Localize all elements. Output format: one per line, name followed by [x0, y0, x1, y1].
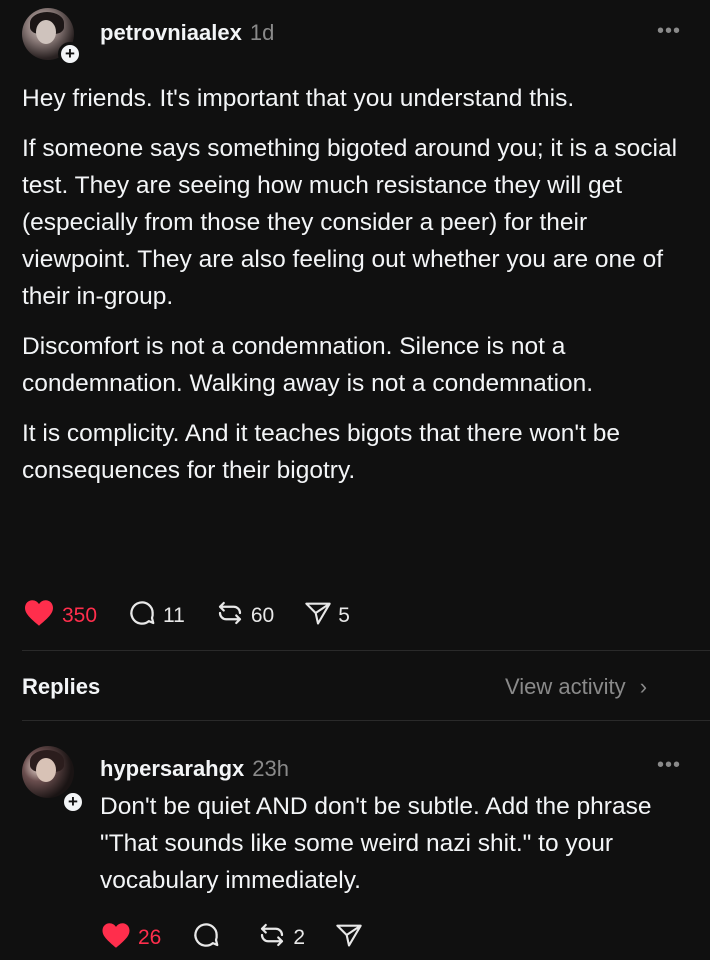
like-count: 350 [62, 604, 98, 627]
repost-button[interactable]: 60 [215, 598, 274, 634]
more-icon[interactable]: ••• [657, 755, 681, 775]
chevron-right-icon: › [639, 674, 648, 699]
post-paragraph: Hey friends. It's important that you und… [22, 85, 575, 112]
follow-plus-icon[interactable]: + [61, 790, 85, 814]
share-button[interactable] [335, 921, 369, 955]
repost-count: 2 [293, 926, 306, 949]
avatar[interactable] [22, 746, 74, 798]
view-activity-label: View activity [505, 674, 626, 699]
comment-icon [127, 598, 157, 634]
reply-body: Don't be quiet AND don't be subtle. Add … [100, 793, 652, 894]
share-icon [304, 599, 332, 633]
repost-button[interactable]: 2 [257, 920, 305, 956]
more-icon[interactable]: ••• [657, 21, 681, 41]
like-button[interactable]: 350 [22, 599, 97, 633]
reply-author[interactable]: hypersarahgx 23h [100, 756, 289, 782]
comment-count: 11 [163, 604, 185, 627]
post-time: 1d [249, 20, 275, 45]
repost-count: 60 [250, 604, 275, 627]
divider [22, 650, 710, 651]
follow-plus-icon[interactable]: + [58, 42, 82, 66]
username[interactable]: hypersarahgx [100, 756, 244, 781]
share-count: 5 [338, 604, 350, 627]
comment-icon [191, 920, 221, 956]
heart-icon [22, 599, 56, 633]
post-body: Hey friends. It's important that you und… [22, 80, 692, 502]
divider [22, 720, 710, 721]
like-button[interactable]: 26 [100, 922, 161, 955]
username[interactable]: petrovniaalex [100, 20, 242, 45]
share-icon [335, 921, 363, 955]
view-activity-link[interactable]: View activity › [505, 674, 647, 700]
heart-icon [100, 922, 132, 955]
comment-button[interactable] [191, 920, 227, 956]
post-actions: 350 11 60 5 [22, 598, 380, 634]
replies-label: Replies [22, 674, 101, 699]
like-count: 26 [138, 926, 162, 949]
post-paragraph: It is complicity. And it teaches bigots … [22, 420, 620, 484]
post-author[interactable]: petrovniaalex 1d [100, 20, 274, 46]
post-paragraph: Discomfort is not a condemnation. Silenc… [22, 333, 594, 397]
repost-icon [257, 920, 287, 956]
reply-time: 23h [252, 756, 290, 781]
repost-icon [215, 598, 245, 634]
share-button[interactable]: 5 [304, 599, 350, 633]
comment-button[interactable]: 11 [127, 598, 185, 634]
post-paragraph: If someone says something bigoted around… [22, 135, 678, 310]
reply-actions: 26 2 [100, 920, 399, 956]
